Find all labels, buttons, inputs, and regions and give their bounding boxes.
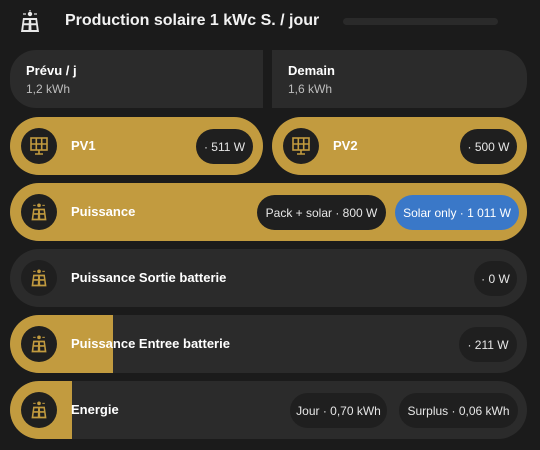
entree-batterie-chip[interactable]: · 211 W <box>459 327 517 362</box>
solar-panel-icon <box>283 128 319 164</box>
sortie-batterie-row[interactable]: Puissance Sortie batterie · 0 W <box>10 249 527 307</box>
pv2-card[interactable]: PV2 · 500 W <box>272 117 527 175</box>
solar-panel-icon <box>21 128 57 164</box>
header: Production solaire 1 kWc S. / jour <box>0 0 540 46</box>
pv1-card[interactable]: PV1 · 511 W <box>10 117 263 175</box>
entree-batterie-label: Puissance Entree batterie <box>71 336 230 351</box>
entree-batterie-row[interactable]: Puissance Entree batterie · 211 W <box>10 315 527 373</box>
solar-power-icon <box>18 10 42 34</box>
solar-power-icon <box>21 392 57 428</box>
sortie-batterie-label: Puissance Sortie batterie <box>71 270 227 285</box>
energie-jour-chip[interactable]: Jour · 0,70 kWh <box>290 393 387 428</box>
pack-solar-chip[interactable]: Pack + solar · 800 W <box>257 195 386 230</box>
solar-only-chip[interactable]: Solar only · 1 011 W <box>395 195 519 230</box>
puissance-row[interactable]: Puissance Pack + solar · 800 W Solar onl… <box>10 183 527 241</box>
pv2-label: PV2 <box>333 138 358 153</box>
solar-power-icon <box>21 326 57 362</box>
solar-power-icon <box>21 260 57 296</box>
page-title: Production solaire 1 kWc S. / jour <box>65 12 320 29</box>
solar-power-icon <box>21 194 57 230</box>
sortie-batterie-chip[interactable]: · 0 W <box>474 261 517 296</box>
forecast-tomorrow-value: 1,6 kWh <box>288 82 333 96</box>
puissance-label: Puissance <box>71 204 136 219</box>
forecast-today-card[interactable]: Prévu / j 1,2 kWh <box>10 50 263 108</box>
pv1-label: PV1 <box>71 138 96 153</box>
energie-row[interactable]: Energie Jour · 0,70 kWh Surplus · 0,06 k… <box>10 381 527 439</box>
pv1-power-chip[interactable]: · 511 W <box>196 129 253 164</box>
pv2-power-chip[interactable]: · 500 W <box>460 129 517 164</box>
energie-label: Energie <box>71 402 119 417</box>
forecast-today-label: Prévu / j <box>26 63 77 78</box>
forecast-tomorrow-label: Demain <box>288 63 335 78</box>
header-progress-bar <box>343 18 498 25</box>
forecast-today-value: 1,2 kWh <box>26 82 71 96</box>
forecast-tomorrow-card[interactable]: Demain 1,6 kWh <box>272 50 527 108</box>
energie-surplus-chip[interactable]: Surplus · 0,06 kWh <box>399 393 518 428</box>
